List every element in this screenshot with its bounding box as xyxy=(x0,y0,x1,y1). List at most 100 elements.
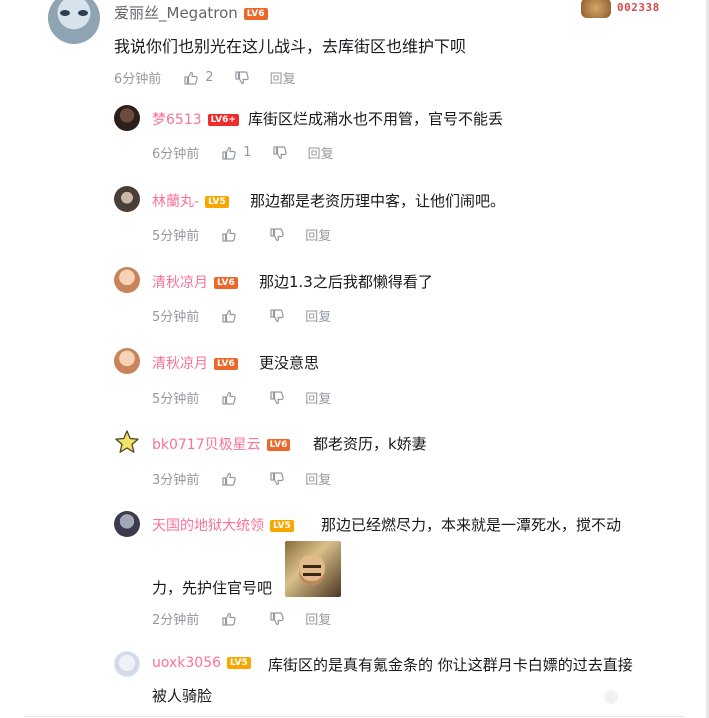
avatar[interactable] xyxy=(114,651,140,677)
reply-username[interactable]: 清秋凉月 LV6 xyxy=(152,353,238,373)
fan-badge-image xyxy=(581,0,611,18)
level-badge: LV6 xyxy=(243,7,268,20)
thumbs-up-icon xyxy=(222,391,237,405)
dislike-button[interactable] xyxy=(269,471,285,487)
like-button[interactable] xyxy=(221,611,249,627)
comment-time: 5分钟前 xyxy=(152,392,200,407)
thumbs-up-icon xyxy=(222,146,237,160)
reply-username[interactable]: 天国的地狱大统领 LV5 xyxy=(152,515,294,535)
avatar[interactable] xyxy=(114,267,140,293)
reply-username[interactable]: 梦6513 LV6+ xyxy=(152,109,239,129)
like-button[interactable]: 2 xyxy=(183,70,214,86)
thumbs-down-icon xyxy=(270,308,285,322)
username-text[interactable]: bk0717贝极星云 xyxy=(152,437,261,453)
main-comment-meta: 6分钟前 2 回复 xyxy=(114,68,296,87)
reply-button[interactable]: 回复 xyxy=(305,306,331,325)
like-button[interactable] xyxy=(221,390,249,406)
comment-time: 6分钟前 xyxy=(114,72,162,87)
username-text[interactable]: 梦6513 xyxy=(152,112,202,128)
level-badge: LV6 xyxy=(214,358,238,370)
username-text[interactable]: 清秋凉月 xyxy=(152,275,208,291)
dislike-button[interactable] xyxy=(272,145,288,161)
reply-content: 库街区烂成潲水也不用管，官号不能丢 xyxy=(248,110,504,128)
reply-meta: 2分钟前 回复 xyxy=(152,609,331,628)
thumbs-down-icon xyxy=(270,611,285,625)
reply-content-line1: 库街区的是真有氪金条的 你让这群月卡白嫖的过去直接 xyxy=(268,656,633,674)
reply-username[interactable]: uoxk3056 LV5 xyxy=(152,655,251,671)
thumbs-down-icon xyxy=(272,145,287,159)
dislike-button[interactable] xyxy=(234,70,250,86)
reply-content-line2: 力，先护住官号吧 xyxy=(152,579,273,597)
reply-content: 都老资历，k娇妻 xyxy=(313,435,427,453)
reply-button[interactable]: 回复 xyxy=(308,143,334,162)
reply-meta: 5分钟前 回复 xyxy=(152,225,331,244)
reply-content-line1: 那边已经燃尽力，本来就是一潭死水，搅不动 xyxy=(321,516,622,534)
star-icon xyxy=(115,430,139,453)
reply-username[interactable]: 清秋凉月 LV6 xyxy=(152,272,238,292)
like-button[interactable] xyxy=(221,471,249,487)
thumbs-down-icon xyxy=(234,70,249,84)
reply-meta: 6分钟前 1 回复 xyxy=(152,143,334,162)
fan-badge: 002338 xyxy=(581,0,675,18)
avatar[interactable] xyxy=(114,186,140,212)
reply-meta: 3分钟前 回复 xyxy=(152,469,331,488)
reply-button[interactable]: 回复 xyxy=(305,609,331,628)
level-badge: LV5 xyxy=(227,657,251,669)
username-text[interactable]: 林蘭丸- xyxy=(152,194,199,210)
comment-time: 5分钟前 xyxy=(152,310,200,325)
scroll-indicator xyxy=(604,690,618,704)
dislike-button[interactable] xyxy=(269,308,285,324)
dislike-button[interactable] xyxy=(269,227,285,243)
divider xyxy=(24,716,684,717)
avatar[interactable] xyxy=(114,105,140,131)
comment-time: 6分钟前 xyxy=(152,147,200,162)
main-comment-content: 我说你们也别光在这儿战斗，去库街区也维护下呗 xyxy=(114,37,467,56)
like-button[interactable] xyxy=(221,308,249,324)
sticker-image xyxy=(285,541,341,597)
reply-content: 更没意思 xyxy=(259,354,320,372)
username-text[interactable]: 爱丽丝_Megatron xyxy=(114,4,238,22)
level-badge: LV6 xyxy=(266,439,291,451)
username-text[interactable]: 天国的地狱大统领 xyxy=(152,518,264,534)
fan-badge-number: 002338 xyxy=(617,1,660,14)
reply-meta: 5分钟前 回复 xyxy=(152,388,331,407)
like-button[interactable]: 1 xyxy=(221,145,252,161)
thumbs-down-icon xyxy=(270,227,285,241)
reply-content: 那边1.3之后我都懒得看了 xyxy=(259,273,433,291)
comment-time: 5分钟前 xyxy=(152,229,200,244)
thumbs-up-icon xyxy=(222,472,237,486)
reply-content: 那边都是老资历理中客，让他们闹吧。 xyxy=(250,192,506,210)
level-badge: LV5 xyxy=(270,520,294,532)
thumbs-up-icon xyxy=(184,71,199,85)
thumbs-up-icon xyxy=(222,228,237,242)
thumbs-up-icon xyxy=(222,309,237,323)
avatar[interactable] xyxy=(114,348,140,374)
avatar[interactable] xyxy=(48,0,100,44)
reply-meta: 5分钟前 回复 xyxy=(152,306,331,325)
like-button[interactable] xyxy=(221,227,249,243)
avatar[interactable] xyxy=(114,429,140,455)
avatar[interactable] xyxy=(114,511,140,537)
thumbs-down-icon xyxy=(270,390,285,404)
comment-time: 2分钟前 xyxy=(152,613,200,628)
reply-button[interactable]: 回复 xyxy=(305,225,331,244)
dislike-button[interactable] xyxy=(269,390,285,406)
reply-username[interactable]: bk0717贝极星云 LV6 xyxy=(152,434,291,454)
dislike-button[interactable] xyxy=(269,611,285,627)
thumbs-down-icon xyxy=(270,471,285,485)
reply-button[interactable]: 回复 xyxy=(270,68,296,87)
reply-button[interactable]: 回复 xyxy=(305,388,331,407)
username-text[interactable]: uoxk3056 xyxy=(152,655,221,671)
reply-username[interactable]: 林蘭丸- LV5 xyxy=(152,191,229,211)
comment-time: 3分钟前 xyxy=(152,473,200,488)
like-count: 2 xyxy=(205,70,214,85)
level-badge: LV5 xyxy=(205,196,229,208)
thumbs-up-icon xyxy=(222,612,237,626)
level-badge: LV6+ xyxy=(207,114,239,126)
main-comment-username[interactable]: 爱丽丝_Megatron LV6 xyxy=(114,2,268,23)
reply-button[interactable]: 回复 xyxy=(305,469,331,488)
username-text[interactable]: 清秋凉月 xyxy=(152,356,208,372)
level-badge: LV6 xyxy=(214,277,238,289)
reply-content-line2: 被人骑脸 xyxy=(152,687,213,705)
like-count: 1 xyxy=(243,145,252,160)
